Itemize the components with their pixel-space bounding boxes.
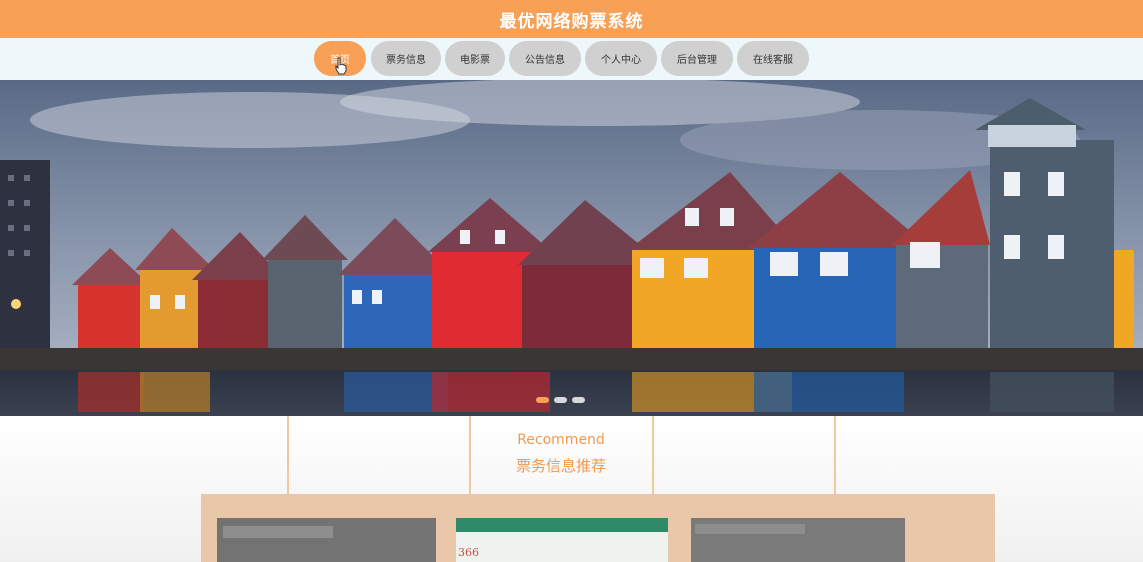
nav-personal-center[interactable]: 个人中心 xyxy=(585,41,657,76)
nav-online-service[interactable]: 在线客服 xyxy=(737,41,809,76)
carousel-dot-3[interactable] xyxy=(572,397,585,403)
nav-admin[interactable]: 后台管理 xyxy=(661,41,733,76)
ticket-card[interactable]: 366 xyxy=(456,518,668,562)
nav-movie-tickets[interactable]: 电影票 xyxy=(445,41,505,76)
hand-cursor-icon xyxy=(335,57,347,75)
carousel-dot-2[interactable] xyxy=(554,397,567,403)
nav-ticket-info[interactable]: 票务信息 xyxy=(371,41,441,76)
recommend-title-en: Recommend xyxy=(517,432,605,448)
site-title: 最优网络购票系统 xyxy=(499,11,644,32)
nav-announcements[interactable]: 公告信息 xyxy=(509,41,581,76)
carousel-dot-1[interactable] xyxy=(536,397,549,403)
card-image xyxy=(691,518,905,562)
card-number: 366 xyxy=(458,546,479,559)
section-divider xyxy=(287,416,289,496)
recommend-title-zh: 票务信息推荐 xyxy=(515,457,606,475)
carousel-dots xyxy=(536,397,585,403)
ticket-card[interactable] xyxy=(217,518,436,562)
card-image xyxy=(217,518,436,562)
section-divider xyxy=(652,416,654,496)
card-image xyxy=(456,518,668,562)
ticket-card[interactable] xyxy=(691,518,905,562)
main-nav: 首页 票务信息 电影票 公告信息 个人中心 后台管理 在线客服 xyxy=(0,38,1143,80)
section-divider xyxy=(834,416,836,496)
hero-carousel[interactable] xyxy=(0,80,1143,416)
banner-image xyxy=(0,80,1143,416)
site-header: 最优网络购票系统 xyxy=(0,0,1143,38)
